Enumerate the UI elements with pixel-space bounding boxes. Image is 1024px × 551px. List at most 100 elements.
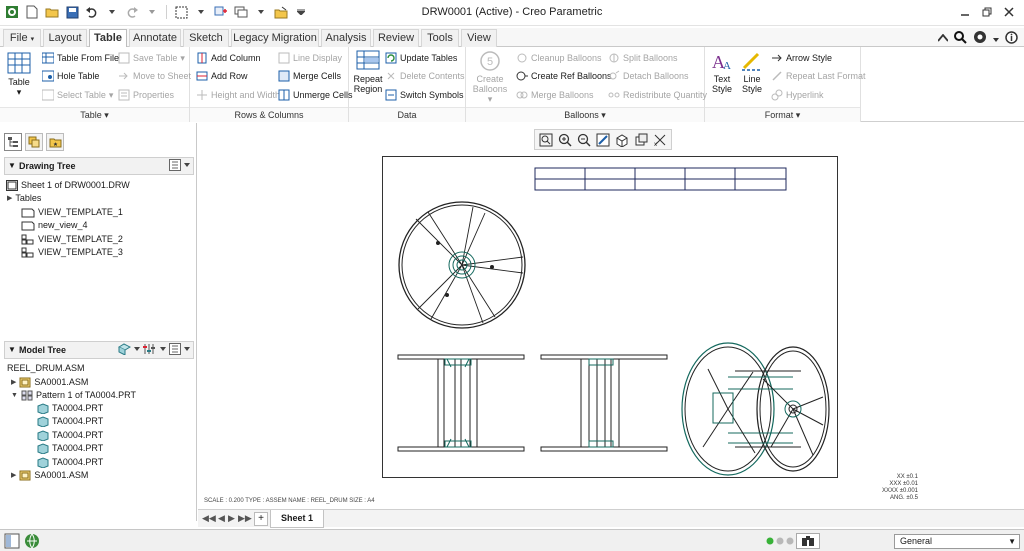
drawing-tree-header[interactable]: ▼ Drawing Tree [4, 157, 194, 175]
select-dropdown-icon[interactable] [193, 4, 209, 20]
merge-cells-button[interactable]: Merge Cells [278, 68, 341, 84]
drawing-sheet[interactable] [382, 156, 838, 478]
repaint-icon[interactable] [594, 131, 612, 148]
expand-arrow-icon[interactable]: ▶ [11, 376, 16, 389]
tree-settings-dropdown-icon[interactable] [184, 163, 190, 167]
tree-settings-icon[interactable] [169, 343, 181, 355]
sheet-tab-1[interactable]: Sheet 1 [270, 510, 324, 528]
info-icon[interactable] [1005, 30, 1018, 47]
collapse-caret-icon[interactable]: ▼ [8, 158, 16, 174]
tree-item-ta0004-prt-4[interactable]: TA0004.PRT [37, 442, 103, 455]
merge-balloons-button[interactable]: Merge Balloons [516, 87, 594, 103]
tree-item-tables[interactable]: ▶ Tables [7, 192, 41, 205]
tab-review[interactable]: Review [373, 29, 419, 47]
hole-table-button[interactable]: Hole Table [42, 68, 99, 84]
new-file-icon[interactable] [24, 4, 40, 20]
text-style-button[interactable]: AA Text Style [709, 50, 735, 94]
undo-dropdown-icon[interactable] [104, 4, 120, 20]
repeat-last-format-button[interactable]: Repeat Last Format [771, 68, 866, 84]
next-sheet-icon[interactable]: ▶ [228, 513, 235, 524]
refit-icon[interactable] [537, 131, 555, 148]
zoom-in-icon[interactable] [556, 131, 574, 148]
tree-filters-dropdown-icon[interactable] [160, 347, 166, 351]
tree-item-ta0004-prt-5[interactable]: TA0004.PRT [37, 456, 103, 469]
line-style-button[interactable]: Line Style [739, 50, 765, 94]
tab-table[interactable]: Table [89, 29, 127, 48]
tree-item-view-template-2[interactable]: VIEW_TEMPLATE_2 [21, 233, 123, 246]
windows-dropdown-icon[interactable] [253, 4, 269, 20]
layers-tab-icon[interactable] [25, 133, 43, 151]
height-width-button[interactable]: Height and Width [196, 87, 280, 103]
model-tree-header[interactable]: ▼ Model Tree [4, 341, 194, 359]
tree-settings-dropdown-icon[interactable] [184, 347, 190, 351]
split-balloons-button[interactable]: Split Balloons [608, 50, 678, 66]
select-box-icon[interactable] [173, 4, 189, 20]
hyperlink-button[interactable]: Hyperlink [771, 87, 824, 103]
arrow-style-button[interactable]: Arrow Style [771, 50, 832, 66]
open-folder-icon[interactable] [44, 4, 60, 20]
format-group-footer[interactable]: Format ▾ [705, 107, 860, 122]
close-window-icon[interactable] [273, 4, 289, 20]
redo-dropdown-icon[interactable] [144, 4, 160, 20]
saved-views-icon[interactable] [632, 131, 650, 148]
tab-file[interactable]: File ▾ [3, 29, 41, 47]
creo-logo-icon[interactable] [4, 4, 20, 20]
update-tables-button[interactable]: Update Tables [385, 50, 457, 66]
tree-item-ta0004-prt-3[interactable]: TA0004.PRT [37, 429, 103, 442]
switch-symbols-button[interactable]: Switch Symbols [385, 87, 464, 103]
add-column-button[interactable]: Add Column [196, 50, 261, 66]
tree-item-sheet[interactable]: Sheet 1 of DRW0001.DRW [6, 179, 130, 192]
expand-arrow-icon[interactable]: ▶ [11, 469, 16, 482]
tree-item-sa0001-asm[interactable]: ▶ SA0001.ASM [11, 376, 88, 389]
close-icon[interactable] [1000, 3, 1018, 21]
save-table-button[interactable]: Save Table ▾ [118, 50, 185, 66]
table-from-file-button[interactable]: Table From File [42, 50, 119, 66]
tab-analysis[interactable]: Analysis [321, 29, 371, 47]
tree-item-reel-drum-asm[interactable]: REEL_DRUM.ASM [7, 362, 85, 375]
expand-arrow-icon[interactable]: ▶ [7, 192, 12, 205]
tab-annotate[interactable]: Annotate [129, 29, 181, 47]
undo-icon[interactable] [84, 4, 100, 20]
search-icon[interactable] [954, 30, 967, 47]
tree-item-view-template-3[interactable]: VIEW_TEMPLATE_3 [21, 246, 123, 259]
reel-side-view-left[interactable] [397, 354, 525, 452]
show-model-dropdown-icon[interactable] [134, 347, 140, 351]
delete-contents-button[interactable]: Delete Contents [385, 68, 465, 84]
regenerate-icon[interactable] [213, 4, 229, 20]
tree-item-sa0001-asm-2[interactable]: ▶ SA0001.ASM [11, 469, 88, 482]
show-model-icon[interactable] [117, 343, 131, 355]
line-display-button[interactable]: Line Display [278, 50, 342, 66]
save-icon[interactable] [64, 4, 80, 20]
tree-item-pattern-1[interactable]: ▼ Pattern 1 of TA0004.PRT [11, 389, 136, 402]
table-group-footer[interactable]: Table ▾ [0, 107, 189, 122]
annotation-display-icon[interactable]: x [651, 131, 669, 148]
collapse-caret-icon[interactable]: ▼ [8, 342, 16, 358]
redistribute-quantity-button[interactable]: Redistribute Quantity [608, 87, 707, 103]
graphics-area[interactable]: x XX ±0.1 XXX ±0.01 XXXX ±0.001 ANG. ±0.… [198, 123, 1024, 509]
tree-filters-icon[interactable] [143, 343, 157, 355]
select-table-button[interactable]: Select Table ▾ [42, 87, 113, 103]
windows-icon[interactable] [233, 4, 249, 20]
create-balloons-button[interactable]: 5 Create Balloons ▾ [470, 50, 510, 104]
tab-view[interactable]: View [461, 29, 497, 47]
reel-front-view[interactable] [398, 201, 526, 329]
restore-icon[interactable] [978, 3, 996, 21]
tree-item-ta0004-prt-2[interactable]: TA0004.PRT [37, 415, 103, 428]
selection-filter-select[interactable]: General ▼ [894, 534, 1020, 549]
properties-button[interactable]: Properties [118, 87, 174, 103]
create-ref-balloons-button[interactable]: Create Ref Balloons [516, 68, 612, 84]
help-icon[interactable] [973, 30, 987, 47]
tab-legacy-migration[interactable]: Legacy Migration [231, 29, 319, 47]
tab-sketch[interactable]: Sketch [183, 29, 229, 47]
first-sheet-icon[interactable]: ◀◀ [202, 513, 216, 524]
collapse-arrow-icon[interactable]: ▼ [11, 389, 18, 402]
tab-tools[interactable]: Tools [421, 29, 459, 47]
detach-balloons-button[interactable]: Detach Balloons [608, 68, 689, 84]
tree-item-ta0004-prt-1[interactable]: TA0004.PRT [37, 402, 103, 415]
balloons-group-footer[interactable]: Balloons ▾ [466, 107, 704, 122]
add-sheet-button[interactable]: + [254, 512, 268, 526]
tree-settings-icon[interactable] [169, 159, 181, 171]
help-dropdown-icon[interactable] [993, 33, 999, 45]
reel-isometric-view[interactable] [681, 342, 830, 476]
move-to-sheet-button[interactable]: Move to Sheet [118, 68, 191, 84]
